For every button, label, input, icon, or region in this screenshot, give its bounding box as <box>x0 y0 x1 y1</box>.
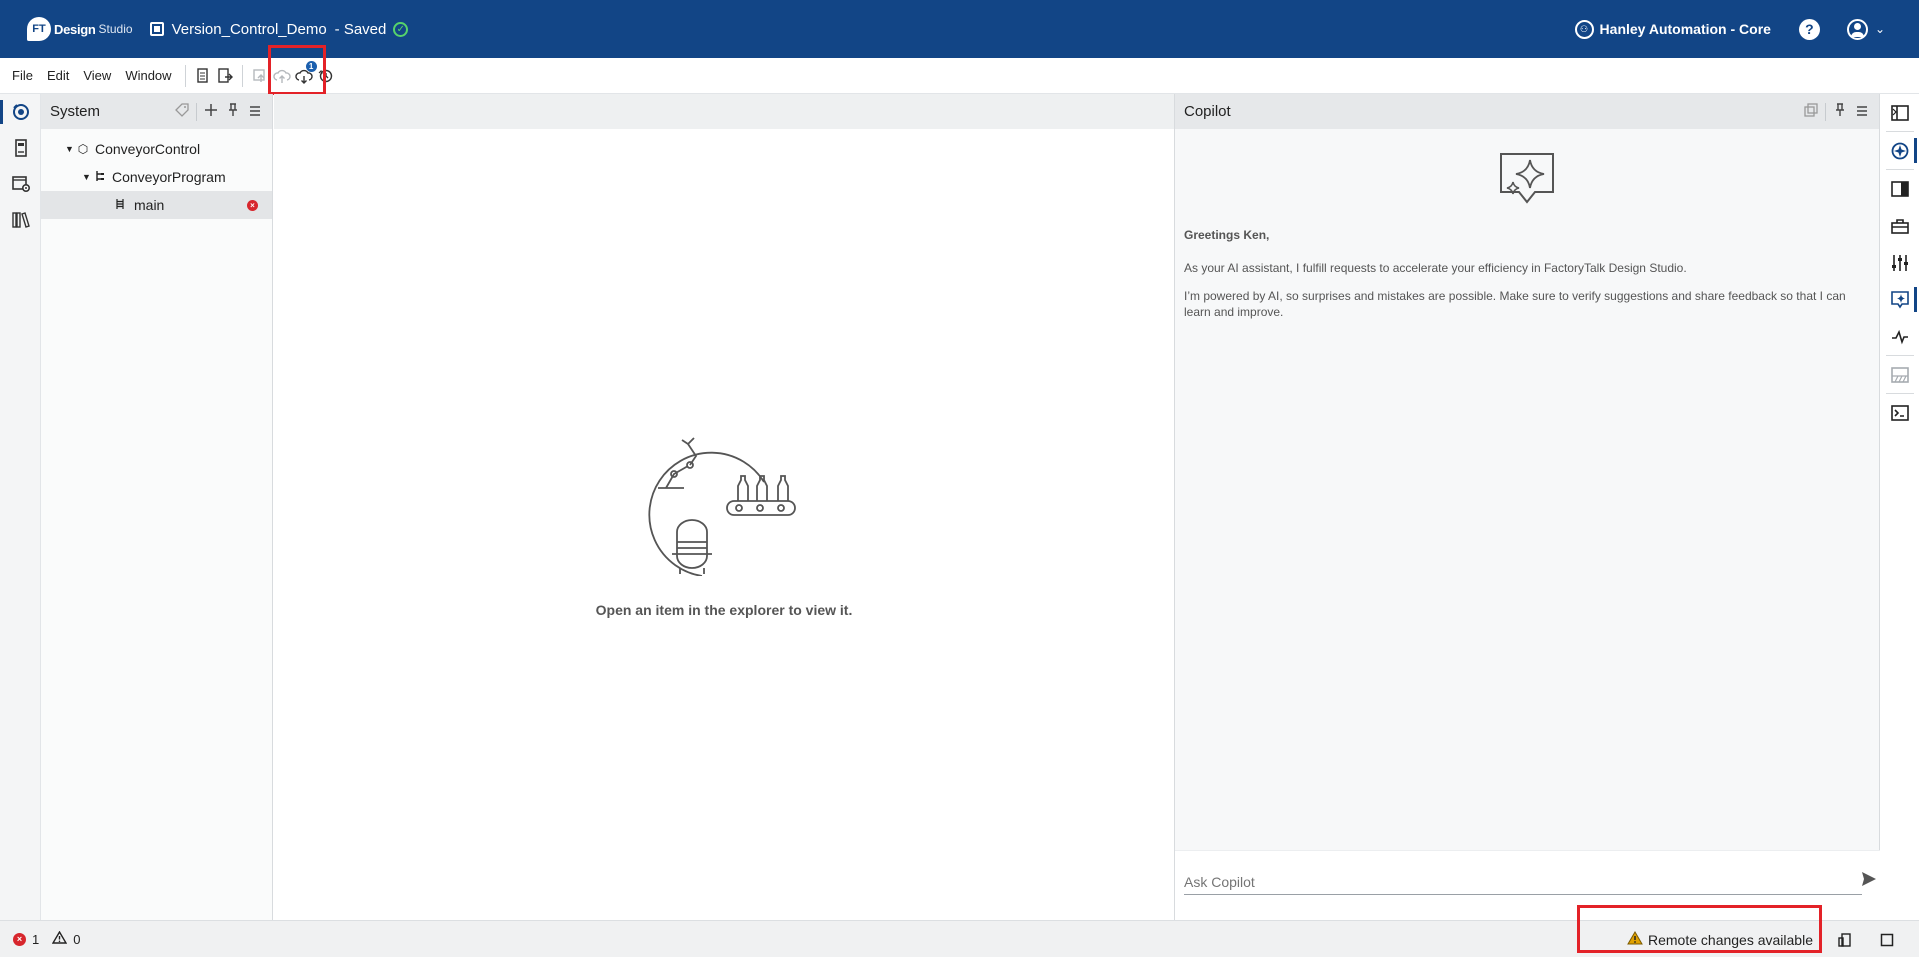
copilot-panel: Copilot Greetings Ken, As your AI assist… <box>1174 94 1881 920</box>
controller-node-icon: ⬡ <box>77 142 89 156</box>
menu-icon[interactable] <box>1851 104 1873 120</box>
organization-icon: ⚇ <box>1574 19 1594 39</box>
warning-icon <box>1627 931 1643 948</box>
pin-icon[interactable] <box>1829 103 1851 120</box>
project-name: Version_Control_Demo <box>171 20 327 38</box>
menu-view[interactable]: View <box>76 68 118 83</box>
menu-edit[interactable]: Edit <box>40 68 76 83</box>
navigation-icon[interactable] <box>1880 132 1919 169</box>
warning-count[interactable]: 0 <box>73 932 80 947</box>
editor-area: Open an item in the explorer to view it. <box>274 94 1174 920</box>
copilot-input-area <box>1175 850 1881 920</box>
library-icon[interactable] <box>0 202 41 238</box>
commit-icon[interactable] <box>249 65 271 87</box>
tree-item-main[interactable]: main × <box>41 191 272 219</box>
system-explorer-panel: System ▼ ⬡ ConveyorControl ▼ ConveyorPro… <box>41 94 273 920</box>
title-bar-right: ⚇ Hanley Automation - Core ? ⌄ <box>1574 0 1919 58</box>
project-save-status: - Saved <box>334 20 387 38</box>
explorer-title: System <box>50 103 101 120</box>
logo-badge: FT <box>27 17 51 41</box>
controller-icon[interactable] <box>0 130 41 166</box>
copilot-title: Copilot <box>1184 103 1231 120</box>
status-bar-right: Remote changes available <box>1627 921 1919 957</box>
pin-icon[interactable] <box>222 103 244 120</box>
automation-illustration-icon <box>648 437 796 576</box>
expand-caret-icon[interactable]: ▼ <box>65 144 75 154</box>
ask-copilot-input[interactable] <box>1184 869 1862 895</box>
popout-icon[interactable] <box>1800 103 1822 120</box>
send-icon[interactable] <box>1860 870 1880 892</box>
program-node-icon <box>92 170 108 185</box>
tag-icon[interactable] <box>171 103 193 120</box>
empty-state-message: Open an item in the explorer to view it. <box>595 602 853 618</box>
push-cloud-icon[interactable] <box>271 65 293 87</box>
title-bar: FT Design Studio Version_Control_Demo - … <box>0 0 1919 58</box>
warning-count-icon[interactable] <box>52 930 68 947</box>
toolbar-separator <box>184 64 186 87</box>
explorer-header: System <box>41 94 272 129</box>
copilot-header: Copilot <box>1175 94 1879 129</box>
menu-icon[interactable] <box>244 104 266 120</box>
properties-icon[interactable] <box>1880 170 1919 207</box>
right-icon-rail <box>1880 94 1919 920</box>
add-icon[interactable] <box>200 103 222 120</box>
left-icon-rail <box>0 94 41 920</box>
toolbar-separator <box>241 64 243 87</box>
sliders-icon[interactable] <box>1880 244 1919 281</box>
error-count[interactable]: 1 <box>32 932 39 947</box>
maximize-icon[interactable] <box>1877 930 1897 950</box>
status-bar: × 1 0 Remote changes available <box>0 920 1919 957</box>
expand-caret-icon[interactable]: ▼ <box>82 172 92 182</box>
export-document-icon[interactable] <box>214 65 236 87</box>
settings-window-icon[interactable] <box>0 166 41 202</box>
project-icon <box>149 22 164 36</box>
new-document-icon[interactable] <box>192 65 214 87</box>
explorer-tree: ▼ ⬡ ConveyorControl ▼ ConveyorProgram ma… <box>41 129 272 219</box>
app-window: FT Design Studio Version_Control_Demo - … <box>0 0 1919 957</box>
tree-item-conveyorcontrol[interactable]: ▼ ⬡ ConveyorControl <box>41 135 272 163</box>
empty-state: Open an item in the explorer to view it. <box>274 94 1174 920</box>
help-icon[interactable]: ? <box>1798 18 1820 40</box>
tree-item-conveyorprogram[interactable]: ▼ ConveyorProgram <box>41 163 272 191</box>
disabled-panel-icon[interactable] <box>1880 356 1919 393</box>
copilot-sparkle-icon <box>1500 153 1554 204</box>
explorer-header-tools <box>171 94 266 129</box>
copilot-greeting: Greetings Ken, <box>1184 228 1270 242</box>
tree-item-label: ConveyorControl <box>95 141 201 157</box>
menu-toolbar: File Edit View Window 1 <box>0 58 1919 94</box>
copilot-icon[interactable] <box>1880 281 1919 318</box>
copilot-header-tools <box>1800 94 1873 129</box>
tree-item-label: main <box>134 197 165 213</box>
user-account-icon[interactable] <box>1846 18 1868 40</box>
header-separator <box>1825 102 1826 121</box>
logo-word-design: Design <box>54 21 96 37</box>
trend-icon[interactable] <box>1880 318 1919 355</box>
organization-selector[interactable]: Hanley Automation - Core <box>1600 21 1771 37</box>
error-count-icon[interactable]: × <box>13 932 26 946</box>
history-icon[interactable] <box>315 65 337 87</box>
copilot-intro: As your AI assistant, I fulfill requests… <box>1184 261 1687 275</box>
error-icon: × <box>247 200 258 211</box>
logo-word-studio: Studio <box>98 22 133 36</box>
chevron-down-icon[interactable]: ⌄ <box>1875 22 1885 36</box>
layout-toggle-icon[interactable] <box>1835 930 1855 950</box>
terminal-icon[interactable] <box>1880 394 1919 431</box>
ladder-routine-icon <box>112 198 128 213</box>
system-explorer-icon[interactable] <box>0 94 41 130</box>
panel-toggle-icon[interactable] <box>1880 94 1919 131</box>
toolbox-icon[interactable] <box>1880 207 1919 244</box>
tree-item-label: ConveyorProgram <box>112 169 226 185</box>
header-separator <box>196 102 197 121</box>
pull-cloud-icon[interactable]: 1 <box>293 60 317 87</box>
copilot-disclaimer: I’m powered by AI, so surprises and mist… <box>1184 289 1846 319</box>
menu-file[interactable]: File <box>5 68 40 83</box>
saved-check-icon: ✓ <box>393 21 409 37</box>
app-logo[interactable]: FT Design Studio <box>27 0 133 58</box>
remote-changes-status[interactable]: Remote changes available <box>1648 932 1813 948</box>
menu-window[interactable]: Window <box>118 68 178 83</box>
